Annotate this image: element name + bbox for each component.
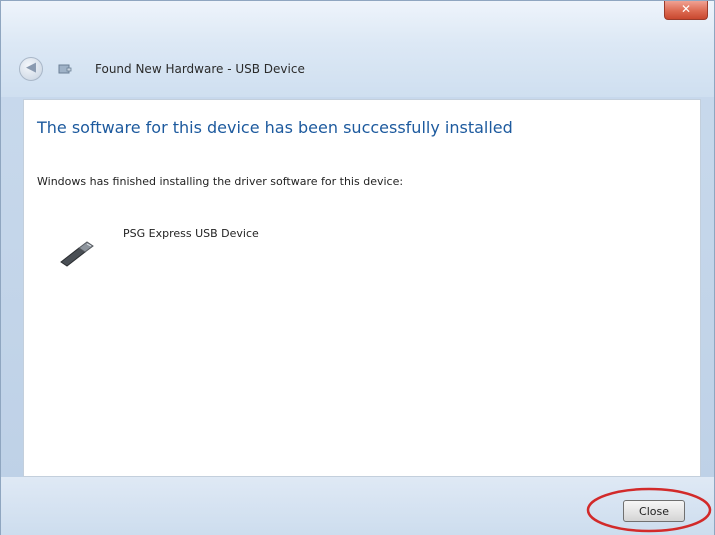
back-button[interactable]: ◀ [19, 57, 43, 81]
usb-device-icon [60, 241, 94, 267]
close-icon: ✕ [680, 2, 692, 16]
title-bar: ✕ ◀ Found New Hardware - USB Device [1, 1, 714, 97]
hardware-wizard-icon [58, 64, 72, 74]
back-arrow-icon: ◀ [26, 60, 36, 75]
window-title: Found New Hardware - USB Device [95, 62, 305, 76]
highlight-annotation-ellipse [586, 487, 712, 533]
content-panel [23, 99, 701, 477]
success-heading: The software for this device has been su… [37, 118, 513, 137]
dialog-window: ✕ ◀ Found New Hardware - USB Device The … [0, 0, 715, 535]
window-close-button[interactable]: ✕ [664, 1, 708, 20]
device-name: PSG Express USB Device [123, 227, 259, 240]
status-message: Windows has finished installing the driv… [37, 175, 404, 188]
